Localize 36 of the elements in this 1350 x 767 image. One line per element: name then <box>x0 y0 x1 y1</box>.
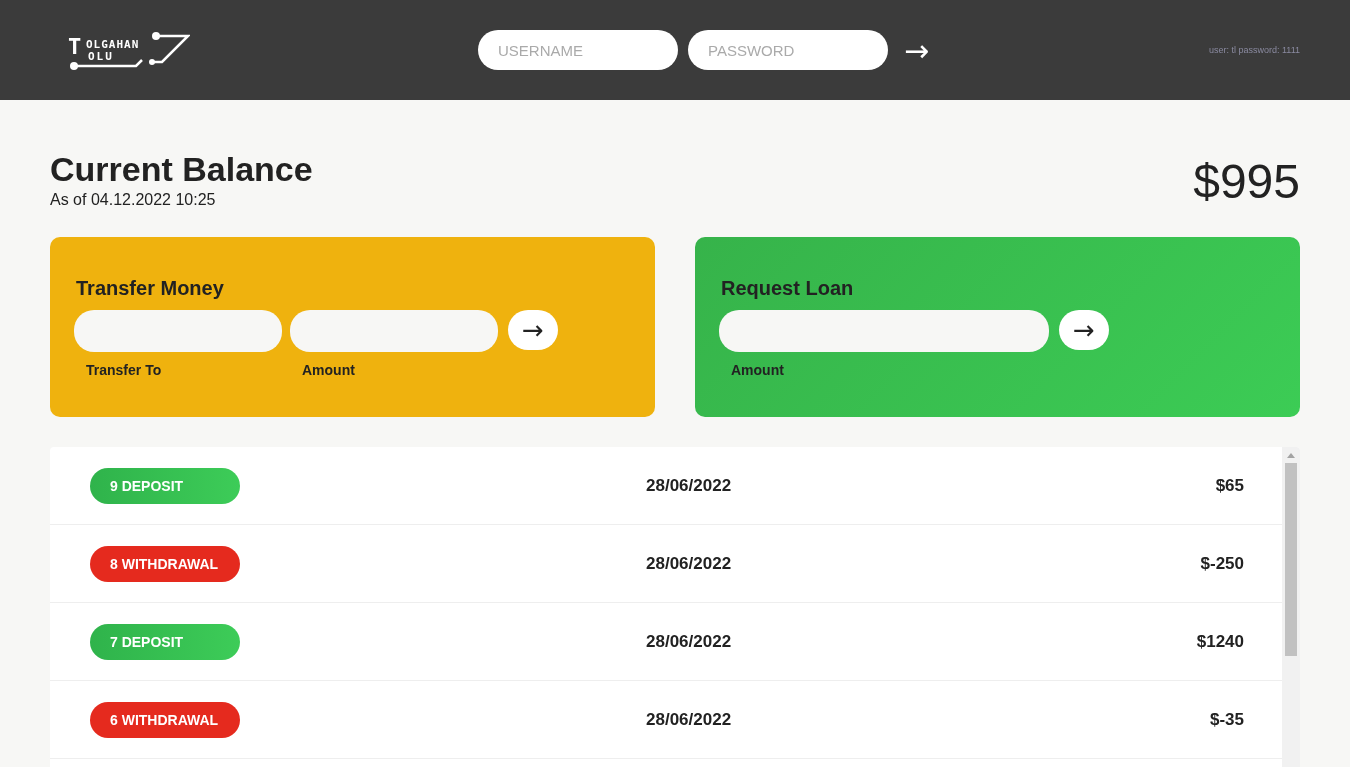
field-label: Amount <box>302 362 356 378</box>
movement-type-tag: 7 DEPOSIT <box>90 623 240 660</box>
input-field[interactable] <box>290 310 498 352</box>
submit-button[interactable]: → <box>1059 310 1109 350</box>
logo-letter: T <box>68 34 82 59</box>
movement-type-tag: 6 WITHDRAWAL <box>90 701 240 738</box>
login-button[interactable]: → <box>898 32 936 68</box>
operation-title: Request Loan <box>721 277 855 300</box>
movement-type-tag: 8 WITHDRAWAL <box>90 545 240 582</box>
password-field[interactable]: PASSWORD <box>688 30 888 70</box>
scroll-up-icon[interactable] <box>1287 453 1295 458</box>
movement-date: 28/06/2022 <box>646 709 732 730</box>
movement-date: 28/06/2022 <box>646 553 732 574</box>
field-label: Amount <box>731 362 785 378</box>
scrollbar[interactable] <box>1282 447 1300 767</box>
input-field[interactable] <box>719 310 1049 352</box>
movement-date: 28/06/2022 <box>646 475 732 496</box>
submit-button[interactable]: → <box>508 310 558 350</box>
logo-text: OLGAHAN <box>86 38 140 51</box>
date-label: As of <box>50 191 87 208</box>
movement-value: $65 <box>1215 475 1244 496</box>
movement-date: 28/06/2022 <box>646 631 732 652</box>
operation-title: Transfer Money <box>76 277 225 300</box>
movement-type-tag: 9 DEPOSIT <box>90 467 240 504</box>
balance-date: 04.12.2022 10:25 <box>90 191 216 208</box>
movement-value: $-35 <box>1209 709 1244 730</box>
input-field[interactable] <box>74 310 282 352</box>
username-field[interactable]: USERNAME <box>478 30 678 70</box>
scrollbar-thumb[interactable] <box>1285 463 1297 656</box>
movement-value: $1240 <box>1196 631 1244 652</box>
balance-title: Current Balance <box>50 150 313 189</box>
login-hint: user: tl password: 1111 <box>1208 45 1300 55</box>
movement-value: $-250 <box>1200 553 1244 574</box>
field-label: Transfer To <box>86 362 163 378</box>
balance-amount: $995 <box>1193 154 1300 209</box>
logo-text: OLU <box>88 50 114 63</box>
